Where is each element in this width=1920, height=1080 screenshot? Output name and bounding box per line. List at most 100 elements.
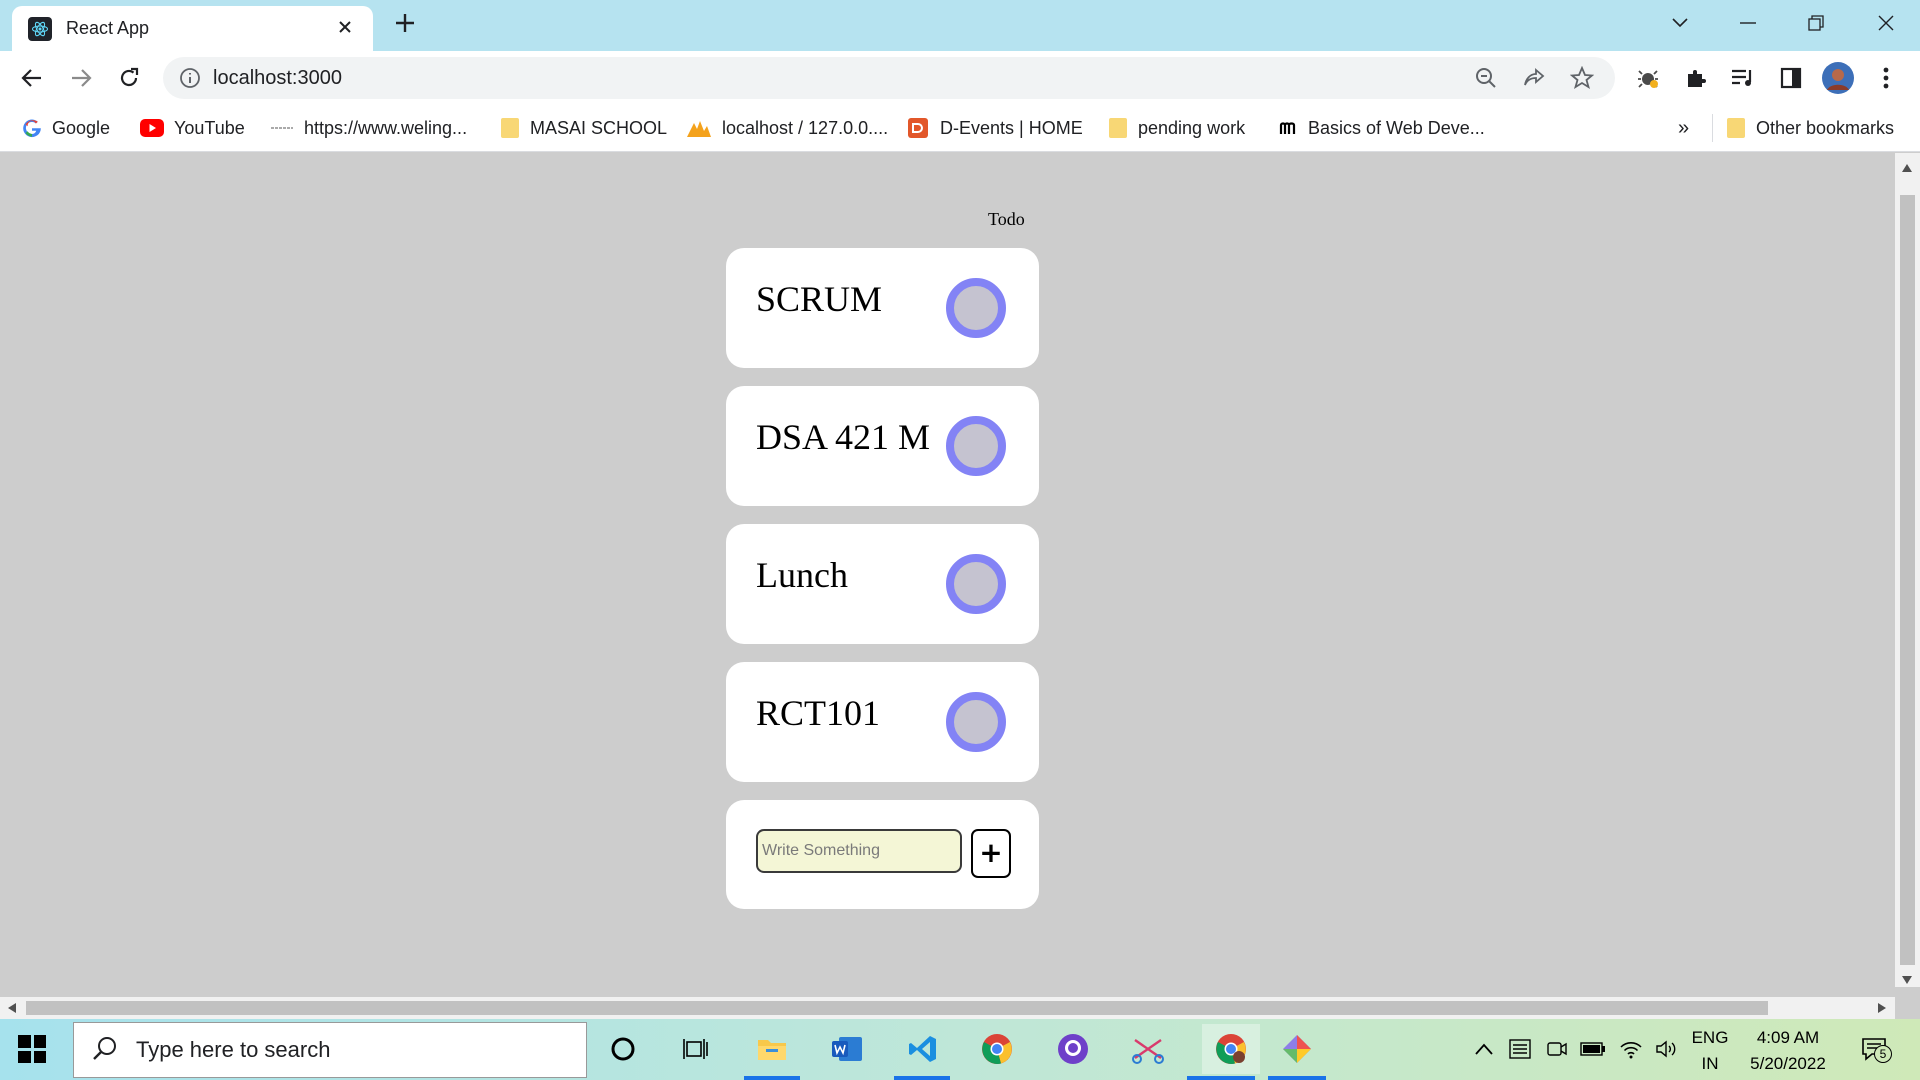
extensions-puzzle-icon[interactable] — [1680, 62, 1712, 94]
bookmarks-divider — [1712, 114, 1713, 142]
language-indicator[interactable]: ENG IN — [1688, 1025, 1732, 1077]
file-explorer-icon[interactable] — [752, 1029, 792, 1069]
git-tool-icon[interactable] — [1277, 1029, 1317, 1069]
snipping-tool-icon[interactable] — [1128, 1029, 1168, 1069]
notifications-button[interactable]: 5 — [1856, 1031, 1892, 1067]
bookmark-d-events[interactable]: D-Events | HOME — [906, 114, 1083, 142]
tab-title: React App — [66, 18, 150, 38]
horizontal-scroll-thumb[interactable] — [26, 1001, 1768, 1015]
word-icon[interactable] — [827, 1029, 867, 1069]
reload-button[interactable] — [112, 61, 146, 95]
region-code: IN — [1701, 1054, 1719, 1073]
bookmark-pending-work[interactable]: pending work — [1108, 114, 1245, 142]
page-title: Todo — [988, 209, 1025, 229]
profile-avatar[interactable] — [1822, 62, 1854, 94]
todo-text: DSA 421 M — [756, 417, 931, 457]
bookmark-label: Google — [52, 117, 111, 138]
react-logo-icon — [28, 16, 52, 41]
share-icon[interactable] — [1519, 63, 1549, 93]
todo-item: DSA 421 M — [726, 386, 1039, 506]
bookmarks-overflow-button[interactable]: » — [1678, 114, 1689, 142]
settings-tray-icon[interactable] — [1505, 1031, 1535, 1067]
medium-m-icon — [1278, 118, 1298, 138]
site-info-icon[interactable] — [179, 67, 201, 89]
zoom-icon[interactable] — [1471, 63, 1501, 93]
horizontal-scrollbar[interactable] — [0, 997, 1895, 1019]
other-bookmarks-folder[interactable]: Other bookmarks — [1726, 114, 1894, 142]
volume-icon[interactable] — [1652, 1031, 1682, 1067]
d-events-icon — [906, 118, 930, 138]
todo-toggle-button[interactable] — [946, 554, 1006, 614]
scroll-right-arrow-icon[interactable] — [1878, 1002, 1886, 1016]
vertical-scroll-thumb[interactable] — [1900, 195, 1915, 965]
page-viewport: Todo SCRUM DSA 421 M Lunch RCT101 + — [10, 153, 1895, 987]
todo-toggle-button[interactable] — [946, 692, 1006, 752]
weling-favicon-icon — [270, 118, 294, 138]
bookmark-label: pending work — [1138, 117, 1246, 138]
restore-button[interactable] — [1788, 8, 1844, 38]
add-todo-button[interactable]: + — [971, 829, 1011, 878]
browser-toolbar: localhost:3000 — [0, 51, 1920, 104]
tab-close-icon[interactable] — [333, 17, 357, 40]
language-code: ENG — [1691, 1028, 1729, 1047]
bookmark-youtube[interactable]: YouTube — [140, 114, 245, 142]
tab-search-chevron-icon[interactable] — [1652, 8, 1708, 38]
clock-time: 4:09 AM — [1756, 1028, 1820, 1047]
todo-text: Lunch — [756, 555, 848, 595]
vertical-scrollbar[interactable] — [1895, 153, 1920, 987]
active-app-indicator — [894, 1076, 950, 1080]
taskbar-search[interactable]: Type here to search — [73, 1022, 587, 1078]
clock[interactable]: 4:09 AM 5/20/2022 — [1738, 1025, 1838, 1077]
bookmarks-bar: Google YouTube https://www.weling... MAS… — [0, 104, 1920, 152]
cortana-icon[interactable] — [603, 1029, 643, 1069]
chrome-icon[interactable] — [977, 1029, 1017, 1069]
active-app-indicator — [744, 1076, 800, 1080]
active-app-indicator — [1187, 1076, 1255, 1080]
google-icon — [22, 118, 42, 138]
tray-expand-chevron-icon[interactable] — [1470, 1031, 1498, 1067]
task-view-icon[interactable] — [676, 1029, 716, 1069]
browser-tab[interactable]: React App — [12, 6, 373, 51]
chrome-active-icon[interactable] — [1202, 1024, 1260, 1074]
bookmark-phpmyadmin[interactable]: localhost / 127.0.0.... — [686, 114, 888, 142]
close-window-button[interactable] — [1858, 8, 1914, 38]
minimize-button[interactable] — [1720, 8, 1776, 38]
scroll-left-arrow-icon[interactable] — [8, 1002, 16, 1016]
media-queue-icon[interactable] — [1727, 62, 1759, 94]
todo-input[interactable] — [756, 829, 962, 873]
search-placeholder: Type here to search — [136, 1037, 331, 1062]
meet-now-icon[interactable] — [1542, 1031, 1572, 1067]
bookmark-basics-web-dev[interactable]: Basics of Web Deve... — [1278, 114, 1485, 142]
bookmark-masai-school[interactable]: MASAI SCHOOL — [500, 114, 667, 142]
bookmark-star-icon[interactable] — [1567, 63, 1597, 93]
windows-taskbar: Type here to search ENG IN 4:09 AM 5/20/… — [0, 1019, 1920, 1080]
back-button[interactable] — [15, 61, 49, 95]
side-panel-icon[interactable] — [1775, 62, 1807, 94]
extension-bug-icon[interactable] — [1632, 62, 1664, 94]
youtube-icon — [140, 118, 164, 138]
todo-toggle-button[interactable] — [946, 278, 1006, 338]
chrome-menu-icon[interactable] — [1870, 62, 1902, 94]
forward-button[interactable] — [64, 61, 98, 95]
address-bar[interactable]: localhost:3000 — [163, 57, 1615, 99]
scroll-down-arrow-icon[interactable] — [1902, 973, 1912, 987]
bookmark-label: Other bookmarks — [1756, 117, 1895, 138]
active-app-indicator — [1268, 1076, 1326, 1080]
wifi-icon[interactable] — [1616, 1031, 1646, 1067]
folder-icon — [1726, 118, 1746, 138]
bookmark-google[interactable]: Google — [22, 114, 110, 142]
bookmark-label: YouTube — [174, 117, 245, 138]
bookmark-weling[interactable]: https://www.weling... — [270, 114, 467, 142]
windows-start-icon[interactable] — [18, 1035, 46, 1063]
battery-icon[interactable] — [1578, 1031, 1608, 1067]
bookmark-label: D-Events | HOME — [940, 117, 1083, 138]
todo-toggle-button[interactable] — [946, 416, 1006, 476]
add-todo-card: + — [726, 800, 1039, 909]
todo-item: SCRUM — [726, 248, 1039, 368]
vscode-icon[interactable] — [903, 1029, 943, 1069]
new-tab-button[interactable] — [390, 10, 420, 40]
notification-count-badge: 5 — [1874, 1045, 1892, 1063]
scroll-up-arrow-icon[interactable] — [1902, 161, 1912, 175]
github-desktop-icon[interactable] — [1053, 1029, 1093, 1069]
url-text[interactable]: localhost:3000 — [213, 67, 1471, 90]
